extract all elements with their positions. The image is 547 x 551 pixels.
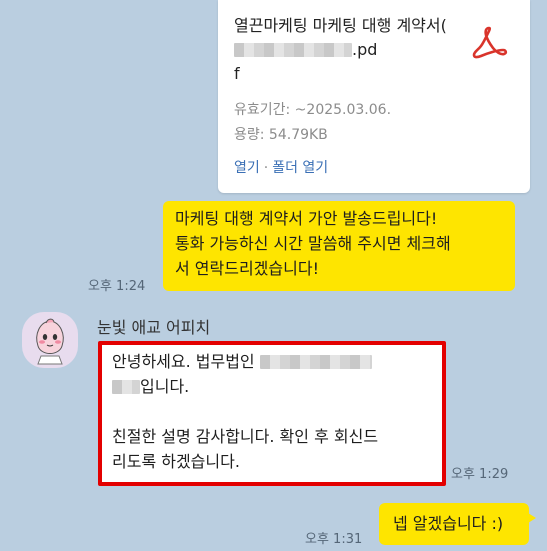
- message-timestamp: 오후 1:31: [305, 532, 363, 547]
- message-line: 통화 가능하신 시간 말씀해 주시면 체크해: [175, 234, 451, 253]
- outgoing-message-bubble[interactable]: 넵 알겠습니다 :): [379, 503, 536, 545]
- redacted-text: [234, 43, 352, 57]
- sender-name: 눈빛 애교 어피치: [97, 318, 211, 337]
- apeach-avatar[interactable]: [22, 312, 78, 368]
- redacted-text: [259, 355, 372, 369]
- message-line: 마케팅 대행 계약서 가안 발송드립니다!: [175, 209, 438, 228]
- message-line: 서 연락드리겠습니다!: [175, 259, 319, 278]
- file-actions: 열기 · 폴더 열기: [234, 157, 328, 177]
- expiry-date: 유효기간: ~2025.03.06.: [234, 102, 392, 118]
- pdf-icon: [472, 26, 508, 59]
- message-text: 안녕하세요. 법무법인 입니다. 친절한 설명 감사합니다. 확인 후 회신드 …: [112, 352, 379, 471]
- outgoing-message-bubble[interactable]: 마케팅 대행 계약서 가안 발송드립니다! 통화 가능하신 시간 말씀해 주시면…: [163, 201, 515, 291]
- incoming-message-bubble-highlighted[interactable]: 안녕하세요. 법무법인 입니다. 친절한 설명 감사합니다. 확인 후 회신드 …: [98, 341, 446, 486]
- file-size: 용량: 54.79KB: [234, 127, 328, 143]
- file-name: 열끈마케팅 마케팅 대행 계약서(.pd f: [234, 16, 447, 83]
- open-folder-link[interactable]: 폴더 열기: [272, 160, 328, 176]
- message-timestamp: 오후 1:24: [88, 279, 146, 294]
- file-attachment-card[interactable]: 열끈마케팅 마케팅 대행 계약서(.pd f 유효기간: ~2025.03.06…: [218, 0, 530, 193]
- separator: ·: [263, 160, 269, 176]
- redacted-text: [112, 380, 140, 394]
- open-file-link[interactable]: 열기: [234, 160, 260, 176]
- message-timestamp: 오후 1:29: [451, 467, 509, 482]
- avatar-icon: [36, 318, 64, 365]
- message-text: 넵 알겠습니다 :): [393, 514, 504, 533]
